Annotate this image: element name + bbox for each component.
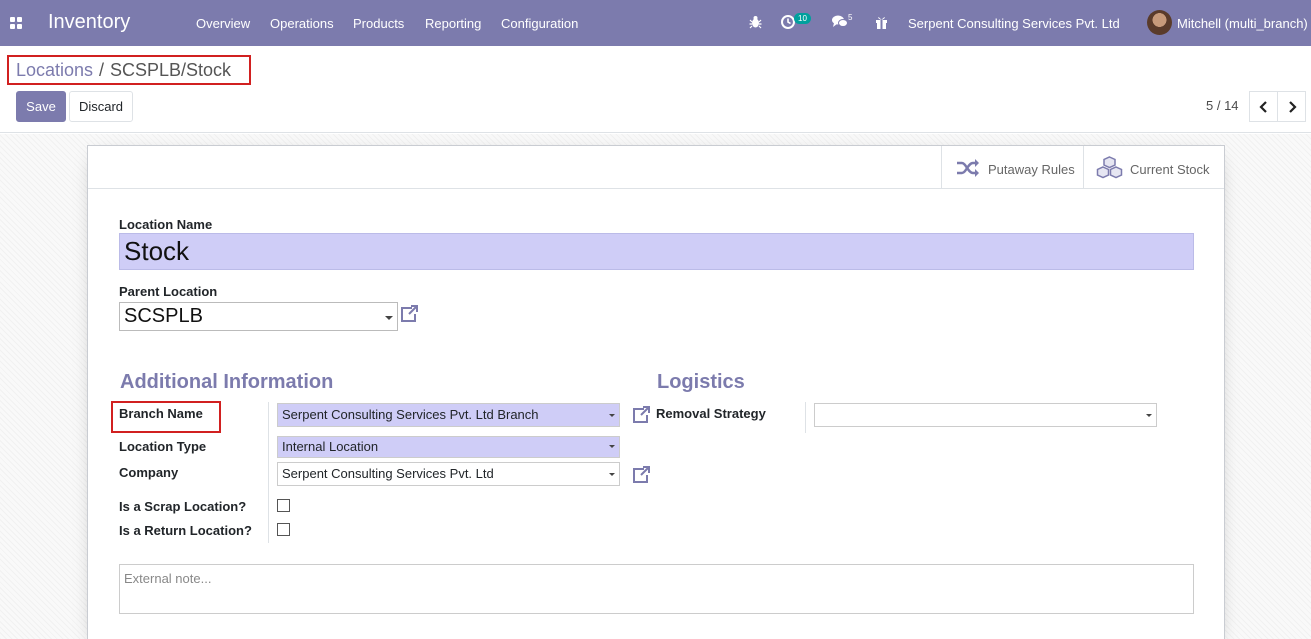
breadcrumb-locations-link[interactable]: Locations [16,60,93,81]
smart-button-box: Putaway Rules Current Stock [88,146,1224,189]
current-stock-button[interactable]: Current Stock [1083,146,1224,188]
branch-name-select[interactable]: Serpent Consulting Services Pvt. Ltd Bra… [277,403,620,427]
caret-down-icon [385,316,393,320]
user-menu[interactable]: Mitchell (multi_branch) [1177,16,1308,31]
shuffle-icon [957,159,979,177]
putaway-rules-button[interactable]: Putaway Rules [941,146,1084,188]
caret-down-icon [609,445,615,448]
app-title[interactable]: Inventory [48,11,130,34]
caret-down-icon [1146,414,1152,417]
parent-location-label: Parent Location [119,284,218,299]
column-divider [805,402,806,433]
location-type-select[interactable]: Internal Location [277,436,620,458]
external-note-field[interactable]: External note... [119,564,1194,614]
company-label: Company [119,465,179,480]
form-sheet: Putaway Rules Current Stock Location Nam… [87,145,1225,639]
location-name-input[interactable]: Stock [119,233,1194,270]
branch-name-value: Serpent Consulting Services Pvt. Ltd Bra… [282,407,539,422]
company-value: Serpent Consulting Services Pvt. Ltd [282,466,494,481]
external-link-icon[interactable] [631,466,651,487]
breadcrumb-separator: / [99,60,105,80]
removal-strategy-select[interactable] [814,403,1157,427]
pager-value[interactable]: 5 / 14 [1206,98,1239,113]
current-stock-label: Current Stock [1130,162,1210,177]
additional-information-title: Additional Information [120,371,334,393]
removal-strategy-label: Removal Strategy [656,406,766,421]
column-divider [268,402,269,543]
save-button[interactable]: Save [16,91,66,122]
external-link-icon[interactable] [631,406,651,427]
caret-down-icon [609,473,615,476]
logistics-title: Logistics [657,371,745,393]
chat-icon[interactable] [832,15,848,32]
location-name-label: Location Name [119,217,213,232]
company-switcher[interactable]: Serpent Consulting Services Pvt. Ltd [908,16,1120,31]
menu-configuration[interactable]: Configuration [501,16,578,31]
control-panel: Locations / SCSPLB/Stock Save Discard 5 … [0,46,1311,133]
menu-operations[interactable]: Operations [270,16,334,31]
scrap-location-checkbox[interactable] [277,499,290,512]
activity-clock-icon[interactable] [781,15,795,32]
pager-next-button[interactable] [1277,91,1306,122]
parent-location-value: SCSPLB [124,305,203,327]
pager-previous-button[interactable] [1249,91,1278,122]
breadcrumb-current: SCSPLB/Stock [110,60,232,80]
return-location-label: Is a Return Location? [119,523,252,538]
putaway-rules-label: Putaway Rules [988,162,1075,177]
company-select[interactable]: Serpent Consulting Services Pvt. Ltd [277,462,620,486]
top-navbar: Inventory Overview Operations Products R… [0,0,1311,46]
gift-icon[interactable] [875,15,888,32]
external-link-icon[interactable] [399,305,419,326]
chevron-left-icon [1259,101,1267,113]
location-type-label: Location Type [119,439,207,454]
menu-products[interactable]: Products [353,16,404,31]
chevron-right-icon [1289,101,1297,113]
cubes-icon [1096,156,1123,179]
bug-icon[interactable] [749,15,762,32]
parent-location-select[interactable]: SCSPLB [119,302,398,331]
message-count-badge: 5 [848,13,853,22]
avatar[interactable] [1147,10,1172,35]
branch-name-label: Branch Name [119,406,203,421]
caret-down-icon [609,414,615,417]
location-type-value: Internal Location [282,439,379,454]
scrap-location-label: Is a Scrap Location? [119,499,247,514]
menu-overview[interactable]: Overview [196,16,250,31]
apps-menu-icon[interactable] [10,17,22,29]
discard-button[interactable]: Discard [69,91,133,122]
return-location-checkbox[interactable] [277,523,290,536]
menu-reporting[interactable]: Reporting [425,16,481,31]
activity-count-badge: 10 [794,13,811,24]
